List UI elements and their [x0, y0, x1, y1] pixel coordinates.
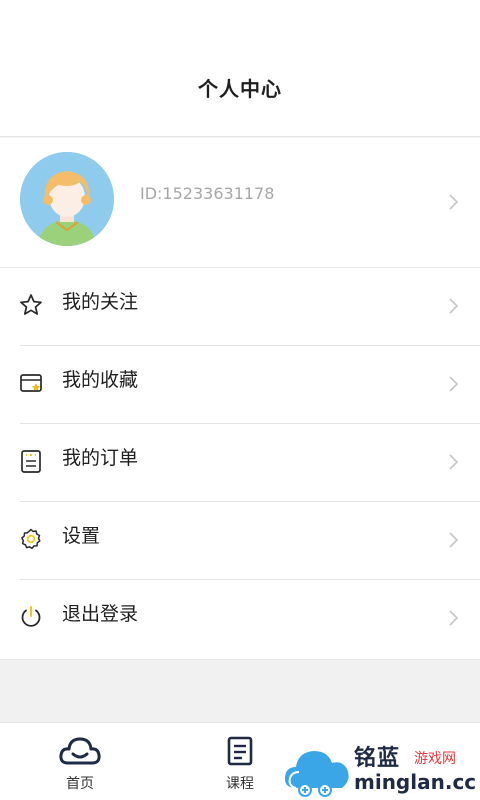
menu-item-orders[interactable]: 我的订单: [0, 424, 480, 502]
tab-course[interactable]: 课程: [190, 723, 290, 800]
favorites-icon: [20, 374, 42, 392]
chevron-right-icon: [449, 454, 459, 470]
menu-item-label: 我的关注: [62, 291, 139, 313]
menu-item-label: 退出登录: [62, 603, 139, 625]
cloud-logo-icon: [284, 751, 349, 797]
avatar[interactable]: [20, 152, 114, 246]
user-id: ID:15233631178: [140, 184, 275, 203]
avatar-icon: [20, 152, 114, 246]
watermark-logo: 铭蓝 游戏网 minglan.cc: [282, 738, 480, 800]
menu-item-settings[interactable]: 设置: [0, 502, 480, 580]
power-icon: [21, 606, 41, 627]
chevron-right-icon: [449, 298, 459, 314]
menu-item-favorites[interactable]: 我的收藏: [0, 346, 480, 424]
chevron-right-icon: [449, 194, 459, 210]
tab-label: 首页: [66, 776, 94, 792]
gear-icon: [21, 528, 41, 550]
profile-screen: 个人中心 ID:15233631178 我的关注 我的收藏 我的订单 设置 退出…: [0, 0, 480, 800]
watermark-brand-suffix: 游戏网: [414, 751, 456, 767]
tab-home[interactable]: 首页: [30, 723, 130, 800]
watermark-domain: minglan.cc: [354, 770, 477, 794]
menu-item-label: 设置: [62, 525, 101, 547]
chevron-right-icon: [449, 610, 459, 626]
menu-item-follow[interactable]: 我的关注: [0, 268, 480, 346]
order-icon: [21, 450, 41, 473]
chevron-right-icon: [449, 376, 459, 392]
menu-item-logout[interactable]: 退出登录: [0, 580, 480, 658]
star-icon: [20, 294, 42, 315]
header: 个人中心: [0, 0, 480, 137]
home-icon: [59, 737, 101, 765]
course-icon: [227, 736, 253, 766]
watermark-brand: 铭蓝: [354, 746, 401, 771]
chevron-right-icon: [449, 532, 459, 548]
menu-item-label: 我的订单: [62, 447, 139, 469]
menu-list: 我的关注 我的收藏 我的订单 设置 退出登录: [0, 268, 480, 660]
menu-item-label: 我的收藏: [62, 369, 139, 391]
page-title: 个人中心: [198, 77, 282, 101]
tab-label: 课程: [226, 776, 254, 792]
profile-card[interactable]: ID:15233631178: [0, 138, 480, 268]
